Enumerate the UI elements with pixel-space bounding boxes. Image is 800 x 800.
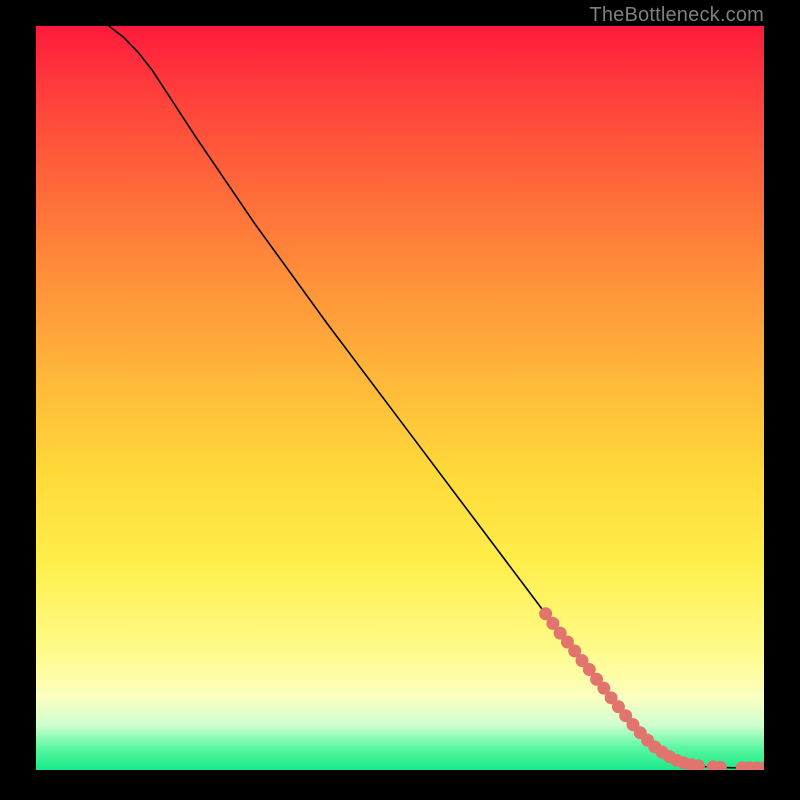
data-curve [109, 26, 764, 768]
attribution-label: TheBottleneck.com [589, 4, 764, 27]
chart-overlay [36, 26, 764, 770]
data-markers [539, 607, 764, 770]
chart-frame: TheBottleneck.com [0, 0, 800, 800]
